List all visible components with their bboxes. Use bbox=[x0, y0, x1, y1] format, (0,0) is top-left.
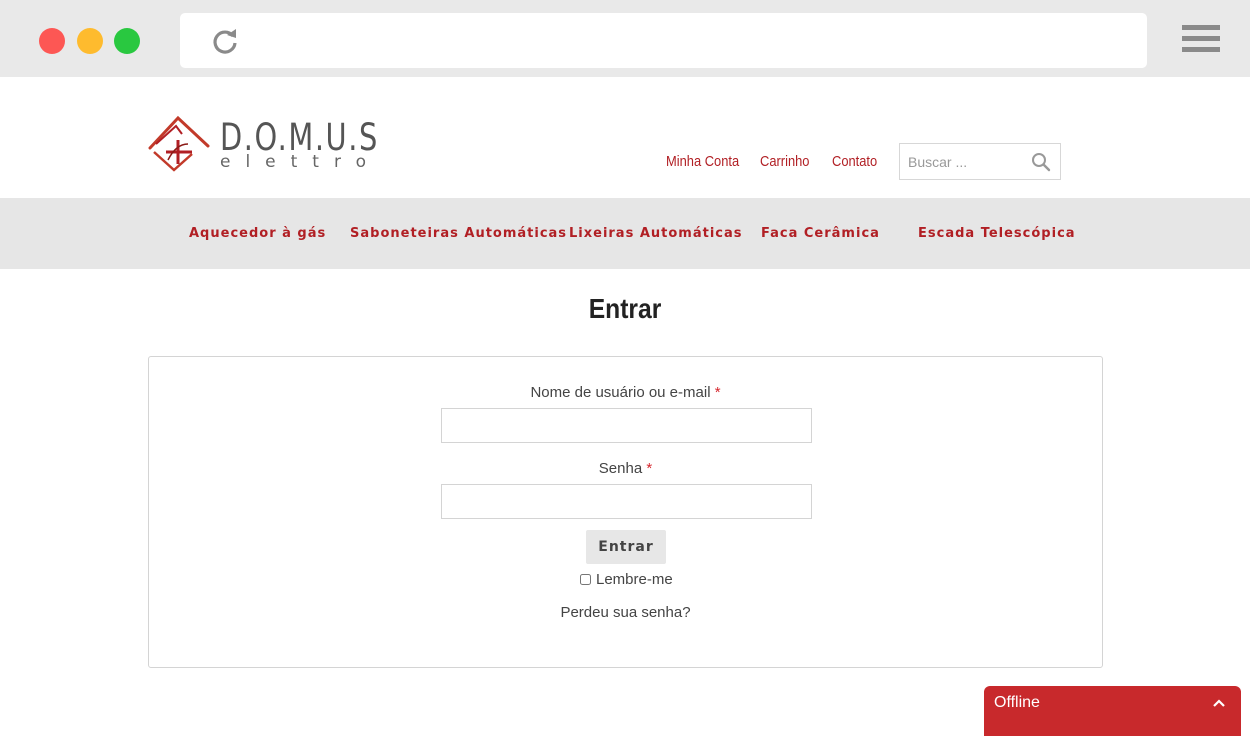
chat-status-label: Offline bbox=[994, 694, 1040, 711]
search-icon[interactable] bbox=[1031, 152, 1051, 172]
site-header: D.O.M.U.S elettro Minha Conta Carrinho C… bbox=[0, 77, 1250, 198]
page-title: Entrar bbox=[588, 293, 662, 324]
remember-me-checkbox[interactable] bbox=[580, 573, 591, 585]
reload-icon[interactable] bbox=[210, 26, 240, 56]
lost-password-link[interactable]: Perdeu sua senha? bbox=[149, 604, 1102, 621]
house-logo-icon bbox=[148, 115, 210, 172]
username-label: Nome de usuário ou e-mail * bbox=[530, 384, 721, 401]
site-logo[interactable]: D.O.M.U.S elettro bbox=[148, 114, 383, 174]
username-field[interactable] bbox=[441, 408, 812, 443]
close-window-button[interactable] bbox=[39, 28, 65, 54]
maximize-window-button[interactable] bbox=[114, 28, 140, 54]
nav-item-lixeiras[interactable]: Lixeiras Automáticas bbox=[569, 226, 743, 241]
nav-item-faca-ceramica[interactable]: Faca Cerâmica bbox=[761, 226, 880, 241]
chevron-up-icon[interactable] bbox=[1213, 698, 1225, 708]
address-bar[interactable] bbox=[180, 13, 1147, 68]
password-field[interactable] bbox=[441, 484, 812, 519]
required-mark: * bbox=[646, 460, 653, 477]
main-nav: Aquecedor à gás Saboneteiras Automáticas… bbox=[0, 198, 1250, 269]
link-carrinho[interactable]: Carrinho bbox=[760, 153, 809, 170]
remember-me-label: Lembre-me bbox=[596, 570, 673, 588]
nav-item-aquecedor[interactable]: Aquecedor à gás bbox=[189, 226, 326, 241]
minimize-window-button[interactable] bbox=[77, 28, 103, 54]
link-minha-conta[interactable]: Minha Conta bbox=[666, 153, 739, 170]
chat-widget[interactable]: Offline bbox=[984, 686, 1241, 736]
nav-item-saboneteiras[interactable]: Saboneteiras Automáticas bbox=[350, 226, 567, 241]
nav-item-escada-telescopica[interactable]: Escada Telescópica bbox=[918, 226, 1076, 241]
login-button[interactable]: Entrar bbox=[586, 530, 666, 564]
logo-subtitle: elettro bbox=[220, 152, 381, 172]
remember-me[interactable]: Lembre-me bbox=[580, 570, 673, 588]
login-form: Nome de usuário ou e-mail * Senha * Entr… bbox=[148, 356, 1103, 668]
search-box bbox=[899, 143, 1061, 180]
search-input[interactable] bbox=[908, 152, 1028, 172]
hamburger-icon[interactable] bbox=[1182, 25, 1220, 55]
browser-chrome bbox=[0, 0, 1250, 77]
link-contato[interactable]: Contato bbox=[832, 153, 877, 170]
password-label: Senha * bbox=[598, 460, 653, 477]
required-mark: * bbox=[714, 384, 721, 401]
